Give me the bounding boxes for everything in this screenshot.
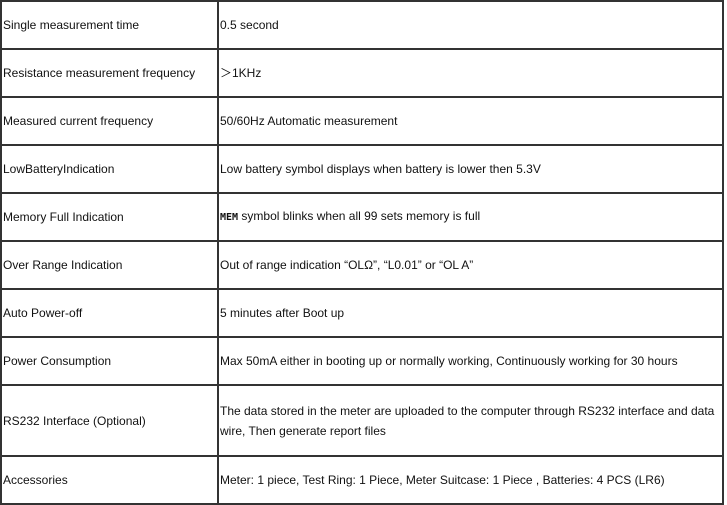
table-row: LowBatteryIndication Low battery symbol d… [0, 144, 724, 194]
spec-value-text: symbol blinks when all 99 sets memory is… [238, 209, 481, 223]
spec-value: Low battery symbol displays when battery… [217, 144, 724, 194]
table-row: Memory Full Indication MEM symbol blinks … [0, 192, 724, 242]
spec-label: RS232 Interface (Optional) [0, 384, 219, 457]
spec-label: Accessories [0, 455, 219, 505]
table-row: Power Consumption Max 50mA either in boot… [0, 336, 724, 386]
spec-value: ＞1KHz [217, 48, 724, 98]
spec-value: The data stored in the meter are uploade… [217, 384, 724, 457]
spec-value: Max 50mA either in booting up or normall… [217, 336, 724, 386]
table-row: Auto Power-off 5 minutes after Boot up [0, 288, 724, 338]
spec-value: 50/60Hz Automatic measurement [217, 96, 724, 146]
table-row: Resistance measurement frequency ＞1KHz [0, 48, 724, 98]
spec-label: Resistance measurement frequency [0, 48, 219, 98]
spec-value: 5 minutes after Boot up [217, 288, 724, 338]
table-row: Measured current frequency 50/60Hz Automa… [0, 96, 724, 146]
mem-symbol: MEM [220, 212, 239, 223]
spec-label: LowBatteryIndication [0, 144, 219, 194]
spec-label: Memory Full Indication [0, 192, 219, 242]
spec-label: Measured current frequency [0, 96, 219, 146]
spec-value: 0.5 second [217, 0, 724, 50]
spec-label: Auto Power-off [0, 288, 219, 338]
spec-value: Out of range indication “OLΩ”, “L0.01” o… [217, 240, 724, 290]
table-row: Accessories Meter: 1 piece, Test Ring: 1 … [0, 455, 724, 505]
spec-label: Over Range Indication [0, 240, 219, 290]
table-row: Over Range Indication Out of range indica… [0, 240, 724, 290]
spec-label: Power Consumption [0, 336, 219, 386]
spec-value: MEM symbol blinks when all 99 sets memor… [217, 192, 724, 242]
spec-label: Single measurement time [0, 0, 219, 50]
specifications-table: Single measurement time 0.5 second Resist… [0, 0, 724, 505]
table-row: Single measurement time 0.5 second [0, 0, 724, 50]
table-row: RS232 Interface (Optional) The data store… [0, 384, 724, 457]
spec-value: Meter: 1 piece, Test Ring: 1 Piece, Mete… [217, 455, 724, 505]
